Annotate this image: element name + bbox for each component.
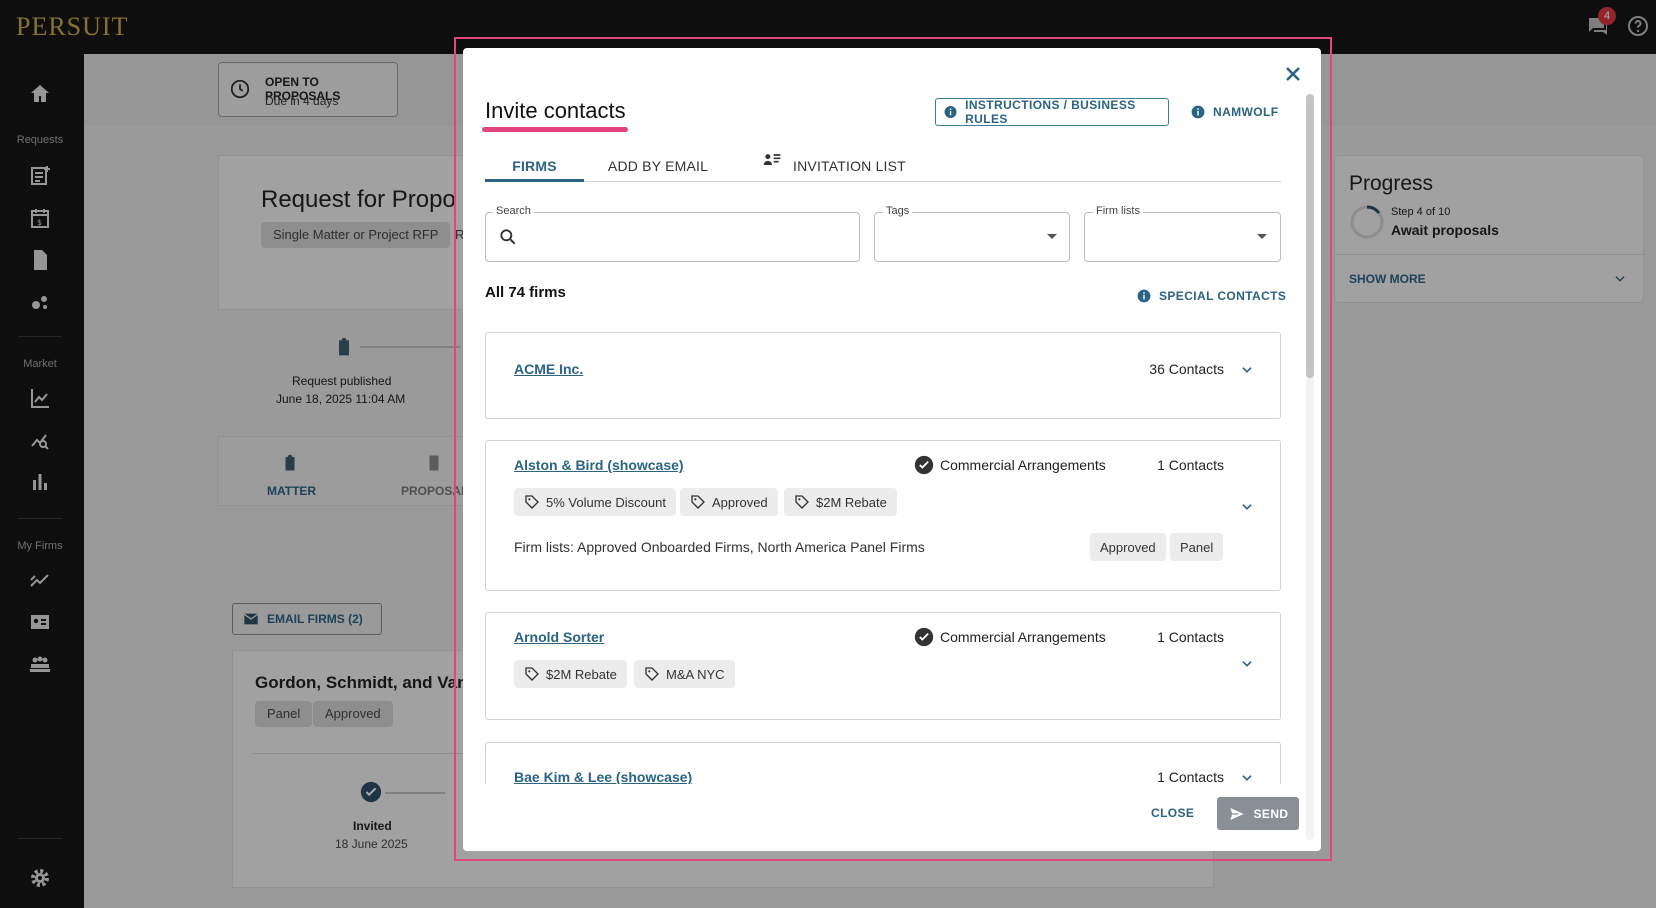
chevron-down-icon[interactable] xyxy=(1240,500,1254,514)
firm-list: ACME Inc. 36 Contacts Alston & Bird (sho… xyxy=(485,332,1281,784)
tag-label: M&A NYC xyxy=(666,666,725,682)
info-icon xyxy=(1137,289,1151,303)
send-icon xyxy=(1229,807,1244,820)
tag-icon xyxy=(525,495,539,509)
commercial-arrangements-status: Commercial Arrangements xyxy=(914,627,1106,647)
info-icon xyxy=(944,105,957,119)
tags-label: Tags xyxy=(883,205,913,217)
firm-name-link[interactable]: Bae Kim & Lee (showcase) xyxy=(514,769,692,784)
special-contacts-label: SPECIAL CONTACTS xyxy=(1159,289,1287,303)
title-highlight xyxy=(482,127,628,132)
firm-tag: $2M Rebate xyxy=(784,488,897,516)
firm-tag: Approved xyxy=(680,488,778,516)
status-label: Commercial Arrangements xyxy=(940,629,1106,645)
check-circle-icon xyxy=(914,455,934,475)
firm-name-link[interactable]: ACME Inc. xyxy=(514,361,583,377)
firm-contacts-count: 1 Contacts xyxy=(1157,629,1224,645)
firm-tag: M&A NYC xyxy=(634,660,735,688)
close-icon[interactable] xyxy=(1281,62,1305,86)
commercial-arrangements-status: Commercial Arrangements xyxy=(914,455,1106,475)
instructions-button[interactable]: INSTRUCTIONS / BUSINESS RULES xyxy=(935,98,1169,126)
firm-contacts-count: 1 Contacts xyxy=(1157,769,1224,784)
firm-tag: 5% Volume Discount xyxy=(514,488,676,516)
dropdown-caret-icon xyxy=(1257,234,1267,239)
firm-row: Arnold Sorter Commercial Arrangements 1 … xyxy=(485,612,1281,720)
namwolf-button[interactable]: NAMWOLF xyxy=(1191,98,1278,126)
status-label: Commercial Arrangements xyxy=(940,457,1106,473)
close-button[interactable]: CLOSE xyxy=(1143,798,1202,828)
tag-icon xyxy=(691,495,705,509)
info-icon xyxy=(1191,105,1205,119)
firm-tag: $2M Rebate xyxy=(514,660,627,688)
check-circle-icon xyxy=(914,627,934,647)
active-tab-indicator xyxy=(485,179,584,182)
chevron-down-icon[interactable] xyxy=(1240,771,1254,784)
firm-name-link[interactable]: Arnold Sorter xyxy=(514,629,604,645)
tab-invitation-list[interactable]: INVITATION LIST xyxy=(793,150,917,182)
tab-add-by-email[interactable]: ADD BY EMAIL xyxy=(593,150,723,182)
special-contacts-button[interactable]: SPECIAL CONTACTS xyxy=(1137,282,1286,310)
firm-row: Alston & Bird (showcase) Commercial Arra… xyxy=(485,440,1281,591)
dialog-title: Invite contacts xyxy=(485,98,626,123)
instructions-label: INSTRUCTIONS / BUSINESS RULES xyxy=(965,98,1136,126)
tag-icon xyxy=(645,667,659,681)
firm-row: ACME Inc. 36 Contacts xyxy=(485,332,1281,419)
tag-icon xyxy=(525,667,539,681)
firm-list-chip: Approved xyxy=(1090,533,1166,561)
tag-label: Approved xyxy=(712,494,768,510)
scrollbar-thumb[interactable] xyxy=(1306,94,1314,378)
send-label: SEND xyxy=(1253,806,1289,821)
search-label: Search xyxy=(493,205,534,217)
tag-label: 5% Volume Discount xyxy=(546,494,666,510)
tag-label: $2M Rebate xyxy=(546,666,617,682)
firm-contacts-count: 1 Contacts xyxy=(1157,457,1224,473)
invitation-list-icon xyxy=(763,154,781,165)
firm-count: All 74 firms xyxy=(485,284,566,301)
tab-firms[interactable]: FIRMS xyxy=(485,150,584,182)
dropdown-caret-icon xyxy=(1047,234,1057,239)
firm-list-chip: Panel xyxy=(1170,533,1224,561)
tag-icon xyxy=(795,495,809,509)
namwolf-label: NAMWOLF xyxy=(1213,105,1279,119)
firm-lists-label: Firm lists xyxy=(1093,205,1143,217)
tags-select[interactable] xyxy=(874,212,1070,262)
firm-lists-select[interactable] xyxy=(1084,212,1281,262)
tag-label: $2M Rebate xyxy=(816,494,887,510)
firm-lists-text: Firm lists: Approved Onboarded Firms, No… xyxy=(514,539,925,555)
firm-name-link[interactable]: Alston & Bird (showcase) xyxy=(514,457,684,473)
invite-contacts-dialog: Invite contacts INSTRUCTIONS / BUSINESS … xyxy=(463,48,1321,851)
search-input[interactable] xyxy=(485,212,860,262)
chevron-down-icon[interactable] xyxy=(1240,363,1254,377)
firm-row: Bae Kim & Lee (showcase) 1 Contacts xyxy=(485,742,1281,784)
send-button[interactable]: SEND xyxy=(1217,797,1299,830)
search-icon xyxy=(500,229,516,245)
firm-contacts-count: 36 Contacts xyxy=(1149,361,1224,377)
chevron-down-icon[interactable] xyxy=(1240,657,1254,671)
